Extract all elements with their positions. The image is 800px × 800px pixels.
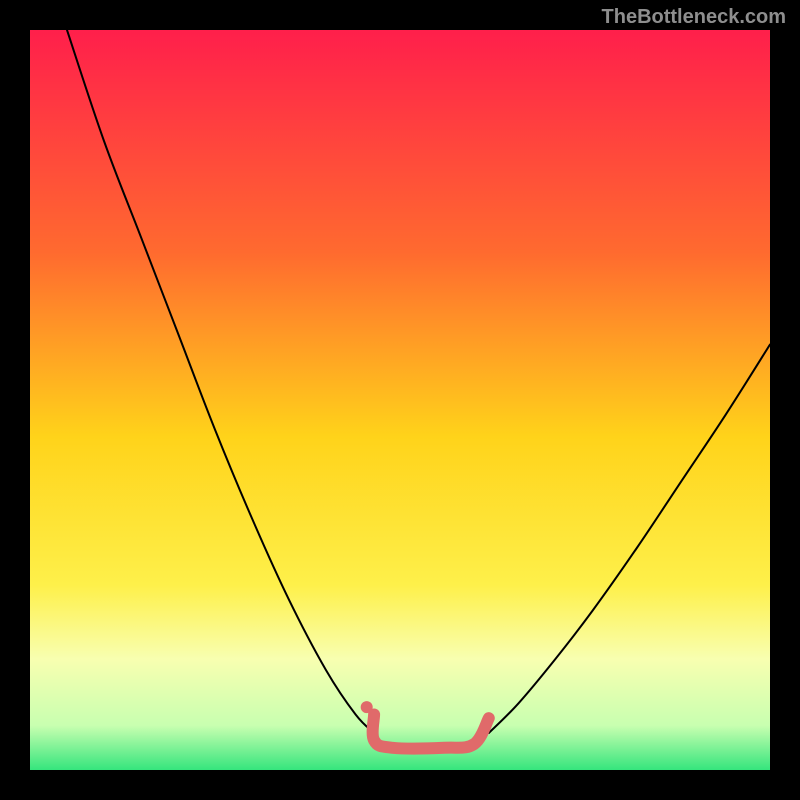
series-bottom-dot-point bbox=[361, 701, 373, 713]
chart-frame: TheBottleneck.com bbox=[0, 0, 800, 800]
chart-svg bbox=[30, 30, 770, 770]
gradient-background bbox=[30, 30, 770, 770]
plot-area bbox=[30, 30, 770, 770]
watermark-text: TheBottleneck.com bbox=[602, 6, 786, 29]
